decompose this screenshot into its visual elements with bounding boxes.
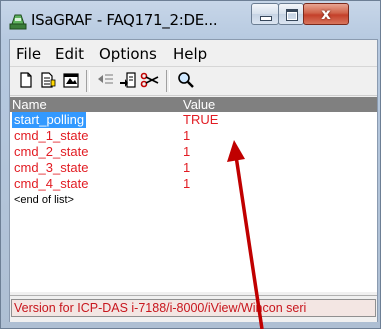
annotation-arrow — [227, 140, 264, 329]
